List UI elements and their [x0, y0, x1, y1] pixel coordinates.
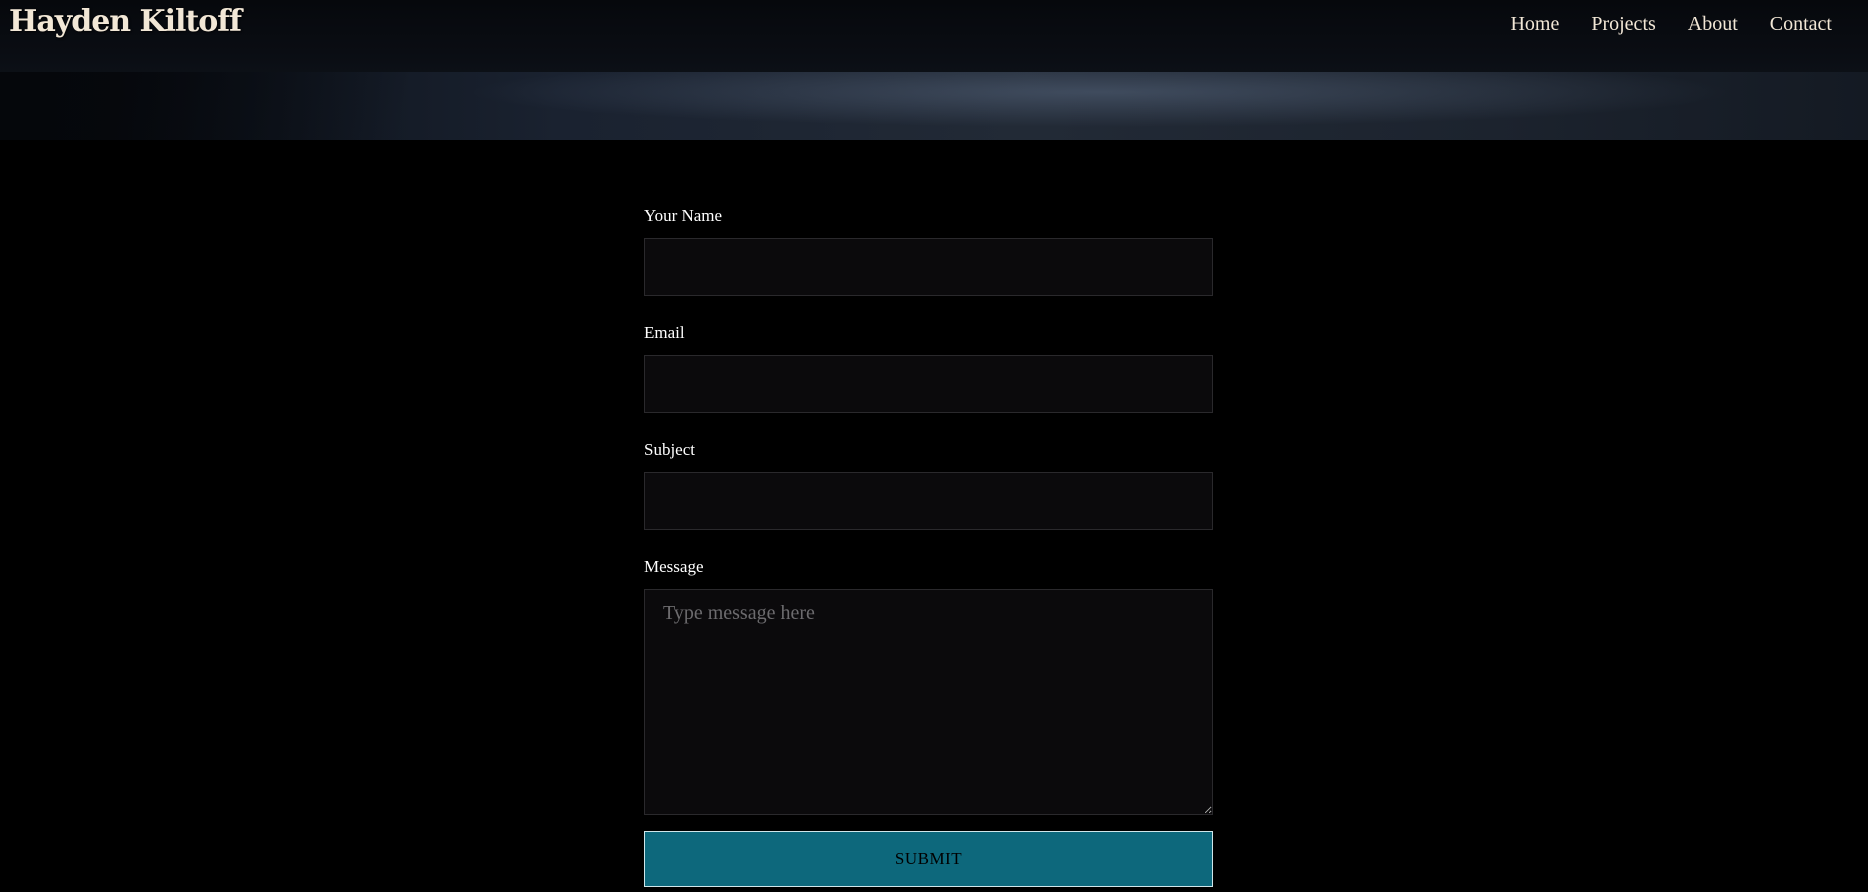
nav-contact[interactable]: Contact: [1770, 13, 1832, 36]
name-input[interactable]: [644, 238, 1213, 296]
site-logo[interactable]: Hayden Kiltoff: [9, 4, 242, 39]
message-textarea[interactable]: [644, 589, 1213, 815]
hero-sky: [0, 0, 1868, 74]
message-label: Message: [644, 557, 704, 576]
nav-about[interactable]: About: [1688, 13, 1738, 36]
submit-button[interactable]: SUBMIT: [644, 831, 1213, 887]
email-input[interactable]: [644, 355, 1213, 413]
subject-input[interactable]: [644, 472, 1213, 530]
nav-projects[interactable]: Projects: [1591, 13, 1655, 36]
name-label: Your Name: [644, 206, 723, 225]
main-nav: Home Projects About Contact: [1478, 13, 1832, 36]
email-label: Email: [644, 323, 685, 342]
subject-label: Subject: [644, 440, 695, 459]
hero-fade: [0, 72, 1868, 140]
contact-form: Your Name Email Subject Message SUBMIT: [644, 204, 1214, 887]
nav-home[interactable]: Home: [1510, 13, 1559, 36]
hero-banner: Hayden Kiltoff Home Projects About Conta…: [0, 0, 1868, 140]
